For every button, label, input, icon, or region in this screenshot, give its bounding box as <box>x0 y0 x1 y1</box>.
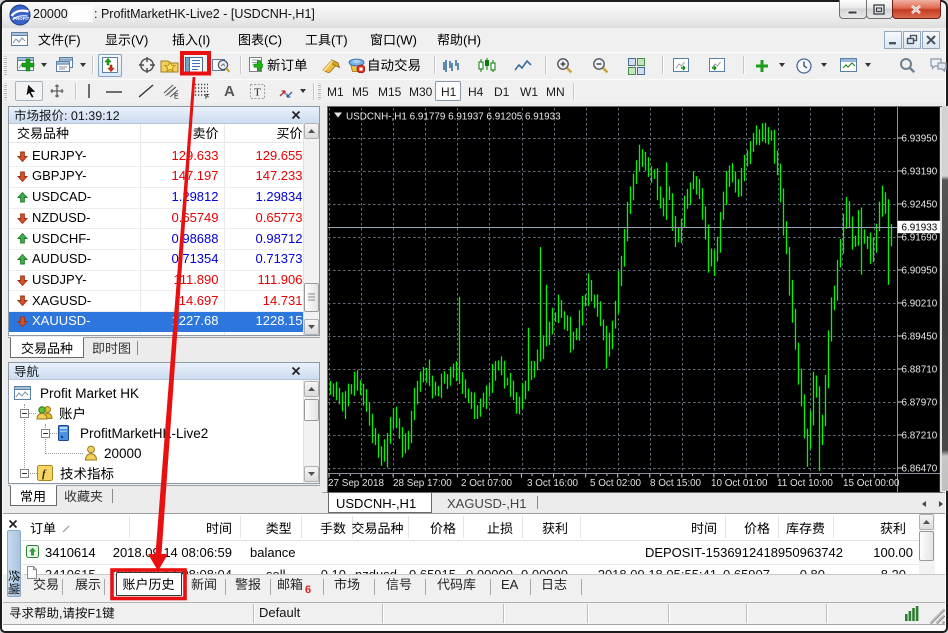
svg-text:T: T <box>254 87 261 99</box>
svg-text:27 Sep 201828 Sep 17:002 Oct 0: 27 Sep 201828 Sep 17:002 Oct 07:003 Oct … <box>328 478 900 489</box>
svg-text:PROFIT: PROFIT <box>13 16 29 21</box>
svg-text:E: E <box>174 94 179 100</box>
svg-text:6.91933: 6.91933 <box>902 223 938 234</box>
svg-text:F: F <box>205 94 209 99</box>
svg-text:USDCNH-,H1 6.91779 6.91937 6.: USDCNH-,H1 6.91779 6.91937 6.91205 6.919… <box>346 111 561 122</box>
